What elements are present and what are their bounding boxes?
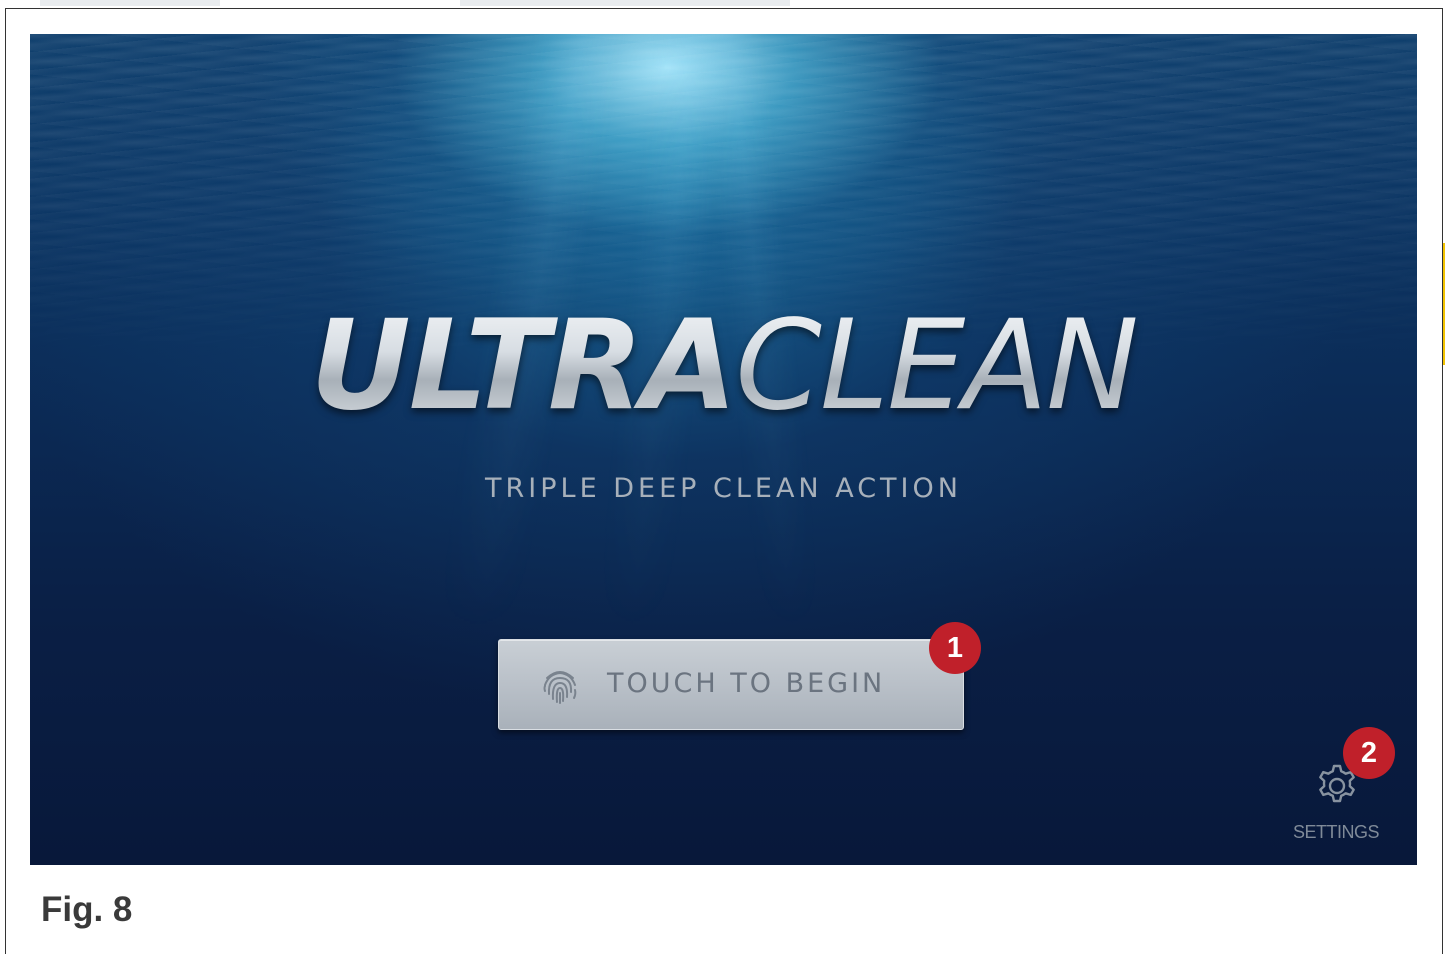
figure-caption: Fig. 8 — [41, 890, 133, 929]
callout-badge: 2 — [1343, 727, 1395, 779]
tagline: TRIPLE DEEP CLEAN ACTION — [485, 473, 962, 504]
fingerprint-icon — [543, 671, 577, 704]
ultraclean-logo: ULTRACLEAN — [30, 296, 1417, 436]
touch-to-begin-label: TOUCH TO BEGIN — [607, 668, 886, 699]
settings-label: SETTINGS — [1292, 822, 1380, 842]
logo-bold-text: ULTRA — [310, 294, 736, 438]
logo-light-text: CLEAN — [735, 294, 1137, 438]
page-edge-tab — [40, 0, 220, 6]
page-edge-tab — [460, 0, 790, 6]
touch-to-begin-button[interactable]: TOUCH TO BEGIN — [498, 639, 964, 730]
callout-badge: 1 — [929, 622, 981, 674]
touchscreen-display: ULTRACLEAN TRIPLE DEEP CLEAN ACTION TOUC… — [30, 34, 1417, 865]
